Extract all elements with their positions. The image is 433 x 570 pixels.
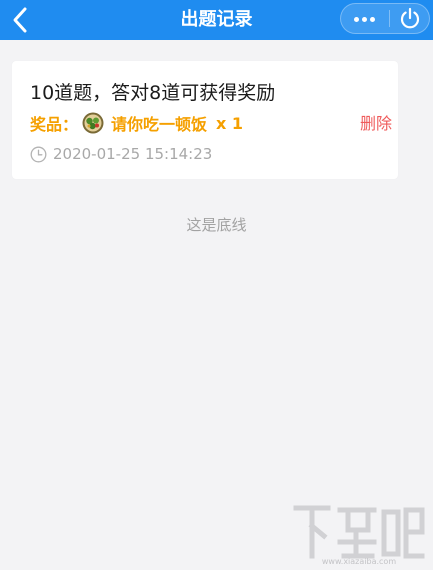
time-row: 2020-01-25 15:14:23 bbox=[30, 144, 212, 164]
close-app-button[interactable] bbox=[391, 4, 429, 33]
capsule-menu bbox=[340, 3, 430, 34]
nav-bar: 出题记录 bbox=[0, 0, 433, 40]
watermark-logo: www.xiazaiba.com bbox=[290, 500, 428, 566]
more-dots-icon bbox=[354, 17, 359, 22]
svg-text:www.xiazaiba.com: www.xiazaiba.com bbox=[322, 557, 396, 566]
prize-row: 奖品： 请你吃一顿饭 x 1 bbox=[30, 111, 243, 135]
food-bowl-icon bbox=[82, 112, 104, 134]
capsule-divider bbox=[389, 10, 390, 27]
clock-icon bbox=[30, 146, 47, 163]
delete-button[interactable]: 删除 bbox=[360, 110, 392, 134]
end-of-list-text: 这是底线 bbox=[186, 216, 247, 234]
prize-count: x 1 bbox=[216, 113, 244, 133]
record-title: 10道题，答对8道可获得奖励 bbox=[30, 82, 276, 104]
power-icon bbox=[400, 7, 420, 29]
record-time: 2020-01-25 15:14:23 bbox=[53, 145, 213, 163]
prize-label: 奖品： bbox=[30, 115, 79, 134]
more-button[interactable] bbox=[341, 4, 389, 33]
prize-name: 请你吃一顿饭 bbox=[111, 115, 208, 134]
record-card[interactable]: 10道题，答对8道可获得奖励 奖品： 请你吃一顿饭 x 1 删除 2020-01… bbox=[12, 61, 398, 179]
